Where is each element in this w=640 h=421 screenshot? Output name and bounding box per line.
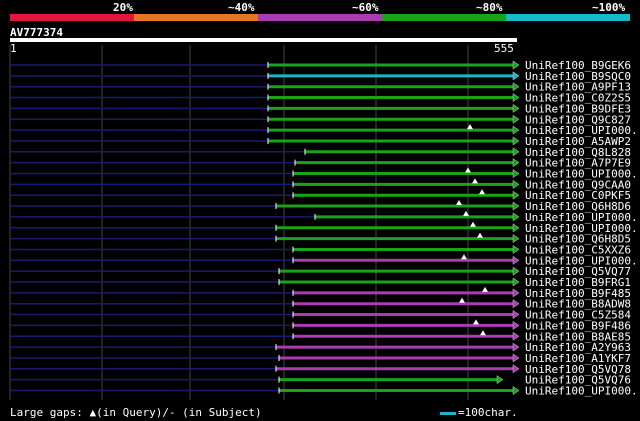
hit-arrow xyxy=(512,179,520,189)
hit-arrow xyxy=(512,234,520,244)
hit-arrow xyxy=(496,375,504,385)
hit-arrow xyxy=(512,82,520,92)
query-gap-marker xyxy=(470,221,476,227)
hit-arrow xyxy=(512,158,520,168)
hit-alignment-panel: UniRef100_B9GEK6UniRef100_B9SQC0UniRef10… xyxy=(9,45,640,400)
hit-arrow xyxy=(512,190,520,200)
hit-arrow xyxy=(512,320,520,330)
hit-arrow xyxy=(512,114,520,124)
hit-arrow xyxy=(512,71,520,81)
query-gap-marker xyxy=(456,200,462,206)
query-gap-marker xyxy=(465,167,471,173)
hit-arrow xyxy=(512,103,520,113)
hit-arrow xyxy=(512,353,520,363)
query-gap-marker xyxy=(479,189,485,195)
hit-arrow xyxy=(512,147,520,157)
hit-arrow xyxy=(512,331,520,341)
scale-key: =100char. xyxy=(440,406,518,419)
query-gap-marker xyxy=(461,254,467,260)
hit-arrow xyxy=(512,136,520,146)
query-gap-marker xyxy=(477,232,483,238)
gap-legend: Large gaps: ▲(in Query)/- (in Subject) xyxy=(10,406,262,419)
hit-arrow xyxy=(512,255,520,265)
hit-arrow xyxy=(512,288,520,298)
hit-arrow xyxy=(512,60,520,70)
hit-arrow xyxy=(512,201,520,211)
query-gap-marker xyxy=(473,319,479,325)
hit-arrow xyxy=(512,169,520,178)
scale-bar xyxy=(440,411,456,415)
hit-arrow xyxy=(512,125,520,135)
hit-arrow xyxy=(512,386,520,395)
hit-arrow xyxy=(512,212,520,222)
hit-arrow xyxy=(512,310,520,320)
query-gap-marker xyxy=(480,330,486,336)
hit-arrow xyxy=(512,277,520,287)
hit-label: UniRef100_UPI000.. xyxy=(525,385,640,398)
hit-arrow xyxy=(512,342,520,352)
hit-arrow xyxy=(512,299,520,309)
hit-arrow xyxy=(512,244,520,254)
hit-arrow xyxy=(512,266,520,276)
hit-arrow xyxy=(512,223,520,233)
hit-arrow xyxy=(512,93,520,103)
scale-text: =100char. xyxy=(458,406,518,419)
hit-arrow xyxy=(512,364,520,374)
query-gap-marker xyxy=(459,297,465,303)
query-gap-marker xyxy=(482,286,488,292)
query-gap-marker xyxy=(472,178,478,184)
